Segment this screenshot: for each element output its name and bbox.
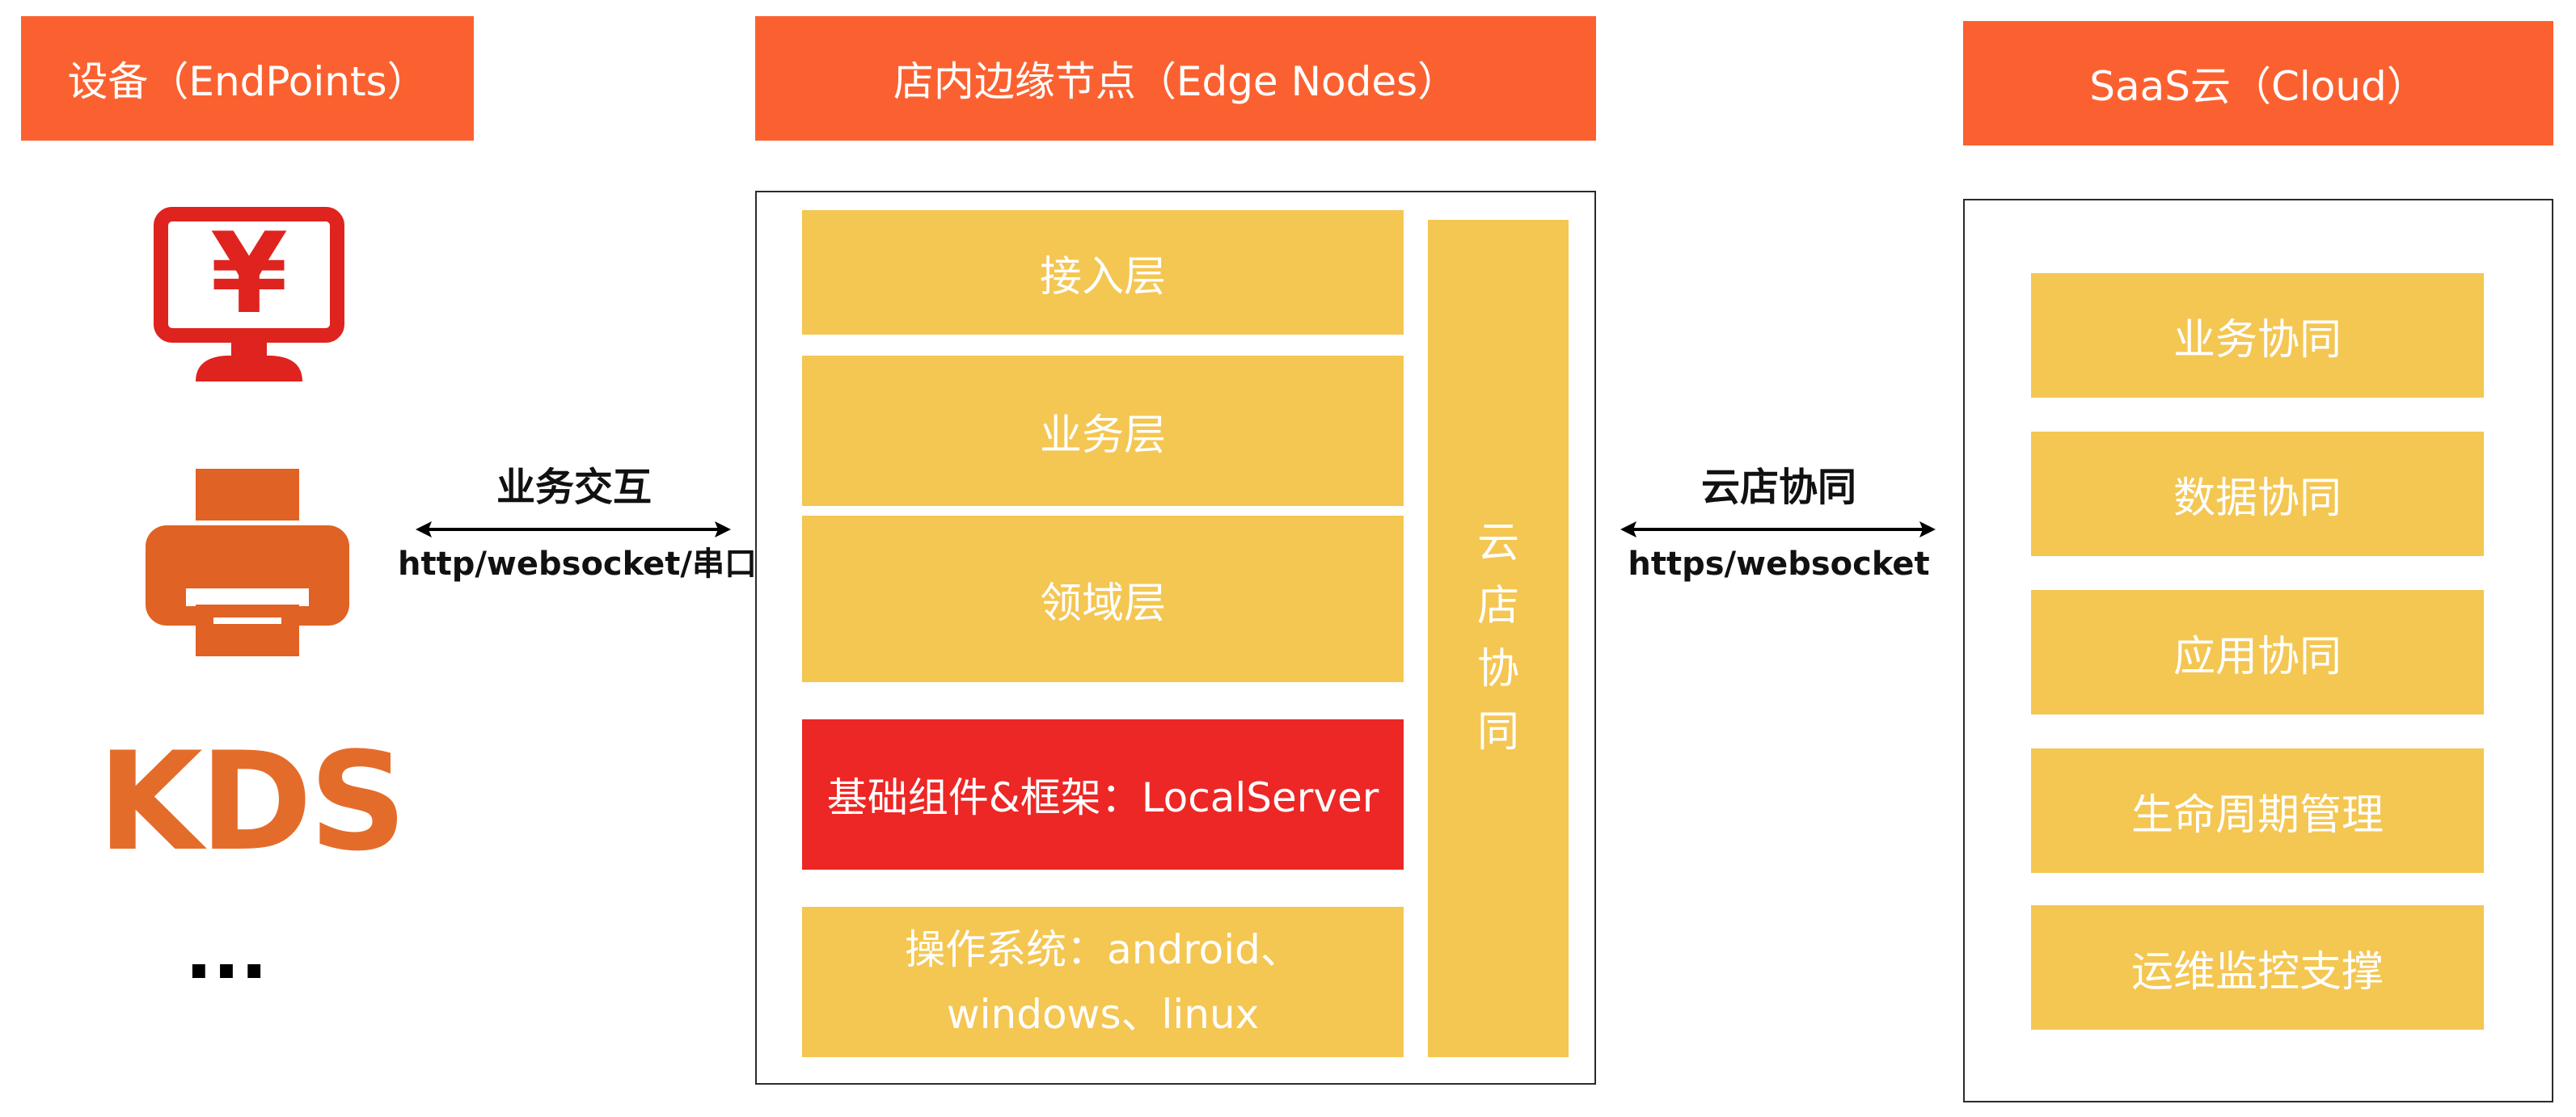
cloud-item-ops-monitoring-label: 运维监控支撑 [2130,947,2384,997]
edge-cloud-sync-column: 云 店 协 同 [1428,220,1569,1057]
left-connector-title: 业务交互 [496,465,652,510]
cloud-item-lifecycle-label: 生命周期管理 [2130,790,2384,840]
cloud-item-ops-monitoring: 运维监控支撑 [2031,905,2484,1030]
edge-nodes-header: 店内边缘节点（Edge Nodes） [755,16,1596,141]
right-connector-protocol: https/websocket [1628,546,1930,583]
edge-layer-business: 业务层 [802,356,1404,506]
right-connector-title: 云店协同 [1700,465,1856,510]
edge-layer-business-label: 业务层 [1039,411,1166,460]
left-connector-protocol: http/websocket/串口 [397,546,758,583]
cloud-item-business-sync-label: 业务协同 [2173,315,2342,365]
edge-cloud-sync-char-4: 同 [1476,708,1519,757]
edge-nodes-header-label: 店内边缘节点（Edge Nodes） [893,58,1459,105]
edge-layer-access: 接入层 [802,210,1404,335]
edge-layer-framework-label: 基础组件&框架：LocalServer [826,774,1379,821]
more-devices-ellipsis: ... [184,911,268,996]
pos-terminal-icon: ¥ [154,207,344,381]
edge-layer-domain: 领域层 [802,516,1404,682]
edge-layer-domain-label: 领域层 [1039,579,1166,628]
edge-layer-os: 操作系统：android、 windows、linux [802,907,1404,1057]
edge-layer-os-line2: windows、linux [946,991,1260,1038]
edge-cloud-sync-char-3: 协 [1476,645,1519,693]
right-bidirectional-arrow [1620,521,1936,537]
devices-header: 设备（EndPoints） [21,16,474,141]
cloud-item-data-sync-label: 数据协同 [2173,474,2342,523]
left-bidirectional-arrow [416,521,731,537]
cloud-item-data-sync: 数据协同 [2031,432,2484,556]
cloud-item-lifecycle: 生命周期管理 [2031,748,2484,873]
printer-icon [146,469,349,656]
cloud-item-app-sync: 应用协同 [2031,590,2484,714]
devices-header-label: 设备（EndPoints） [67,58,428,105]
kds-logo: KDS [97,723,408,881]
yen-symbol: ¥ [209,209,289,339]
cloud-header-label: SaaS云（Cloud） [2089,63,2427,110]
cloud-item-app-sync-label: 应用协同 [2173,632,2342,681]
edge-cloud-sync-char-1: 云 [1476,519,1519,567]
edge-layer-framework: 基础组件&框架：LocalServer [802,719,1404,870]
cloud-item-business-sync: 业务协同 [2031,273,2484,398]
edge-layer-access-label: 接入层 [1039,252,1166,301]
edge-cloud-sync-char-2: 店 [1476,582,1519,630]
edge-layer-os-line1: 操作系统：android、 [905,926,1301,973]
cloud-header: SaaS云（Cloud） [1963,21,2553,145]
